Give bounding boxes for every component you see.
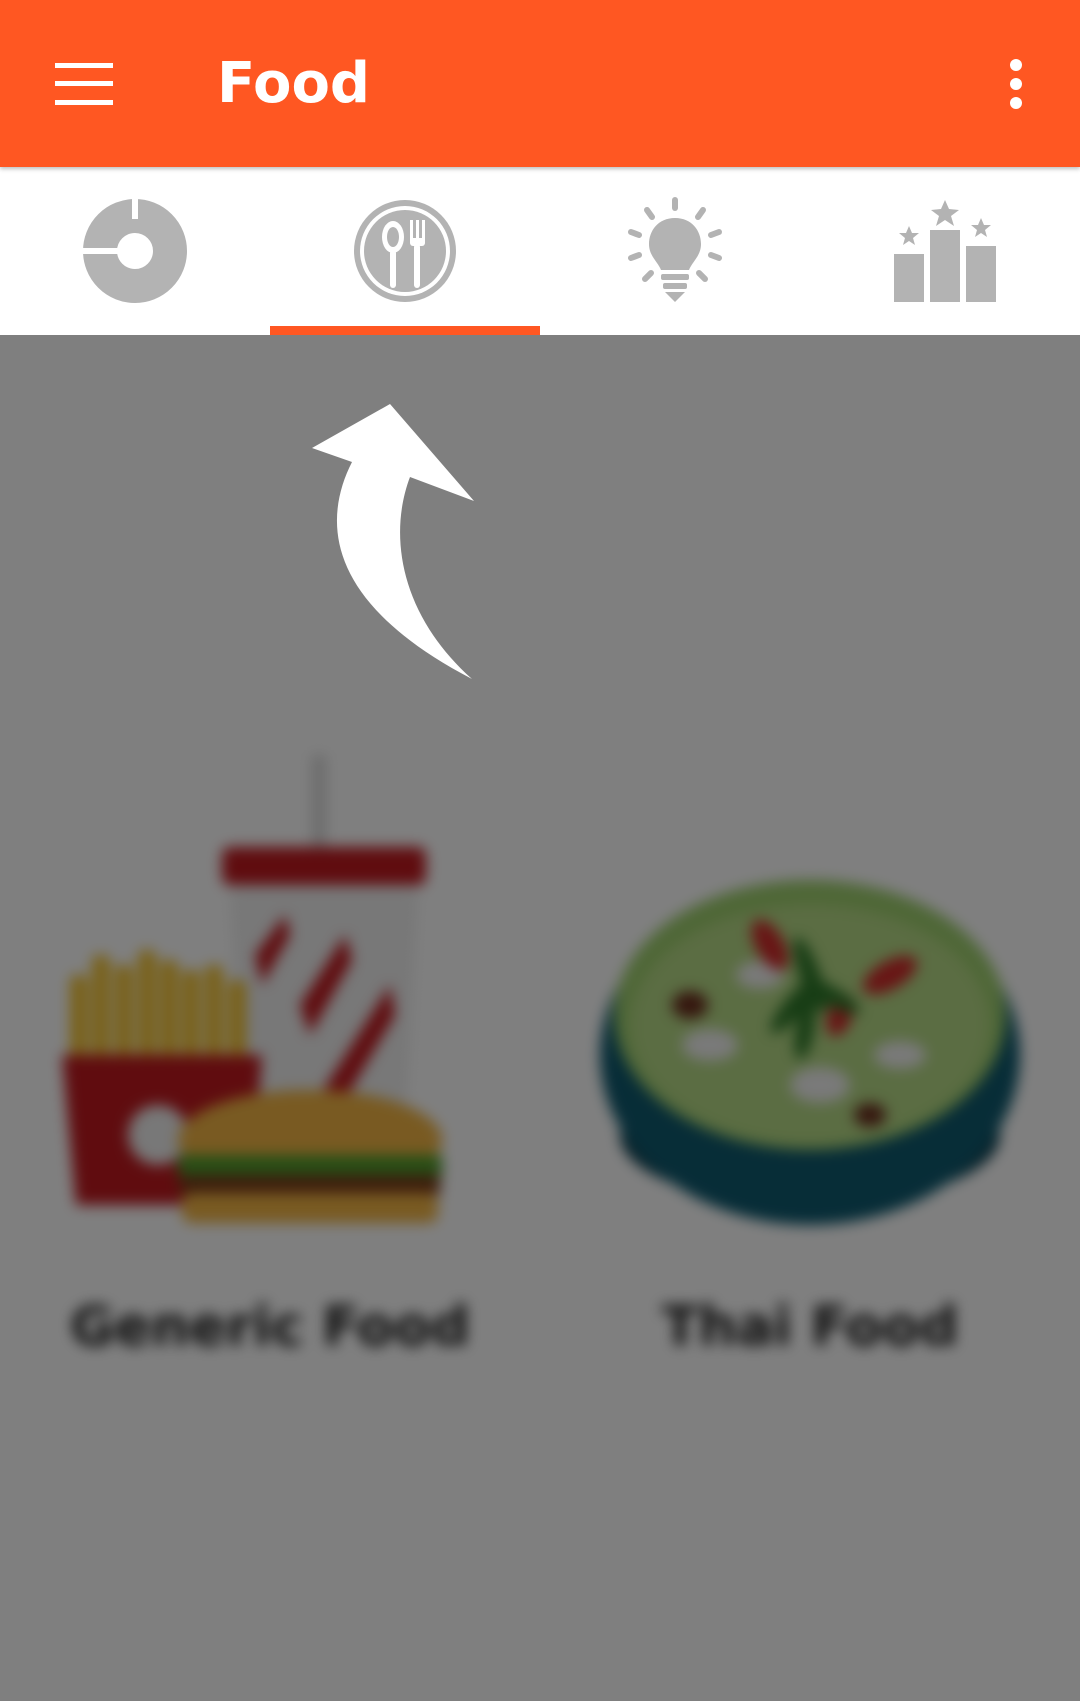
donut-chart-icon	[83, 199, 187, 303]
lightbulb-icon	[628, 197, 722, 302]
podium-stars-icon	[894, 200, 996, 302]
tab-summary[interactable]	[0, 167, 270, 335]
tab-food[interactable]	[270, 167, 540, 335]
app-bar: Food	[0, 0, 1080, 167]
plate-fork-spoon-icon	[354, 200, 456, 302]
hamburger-menu-icon	[55, 63, 113, 105]
tab-bar	[0, 167, 1080, 335]
more-vert-icon	[1010, 59, 1022, 109]
tab-achievements[interactable]	[810, 167, 1080, 335]
tab-tips[interactable]	[540, 167, 810, 335]
overflow-menu-button[interactable]	[976, 44, 1056, 124]
page-title: Food	[217, 51, 371, 116]
navigation-menu-button[interactable]	[40, 44, 128, 124]
curved-arrow-up-icon	[312, 404, 474, 679]
food-category-grid: Generic Food Tha	[0, 335, 1080, 1701]
selected-tab-indicator	[270, 326, 540, 335]
tutorial-overlay[interactable]	[0, 335, 1080, 1701]
